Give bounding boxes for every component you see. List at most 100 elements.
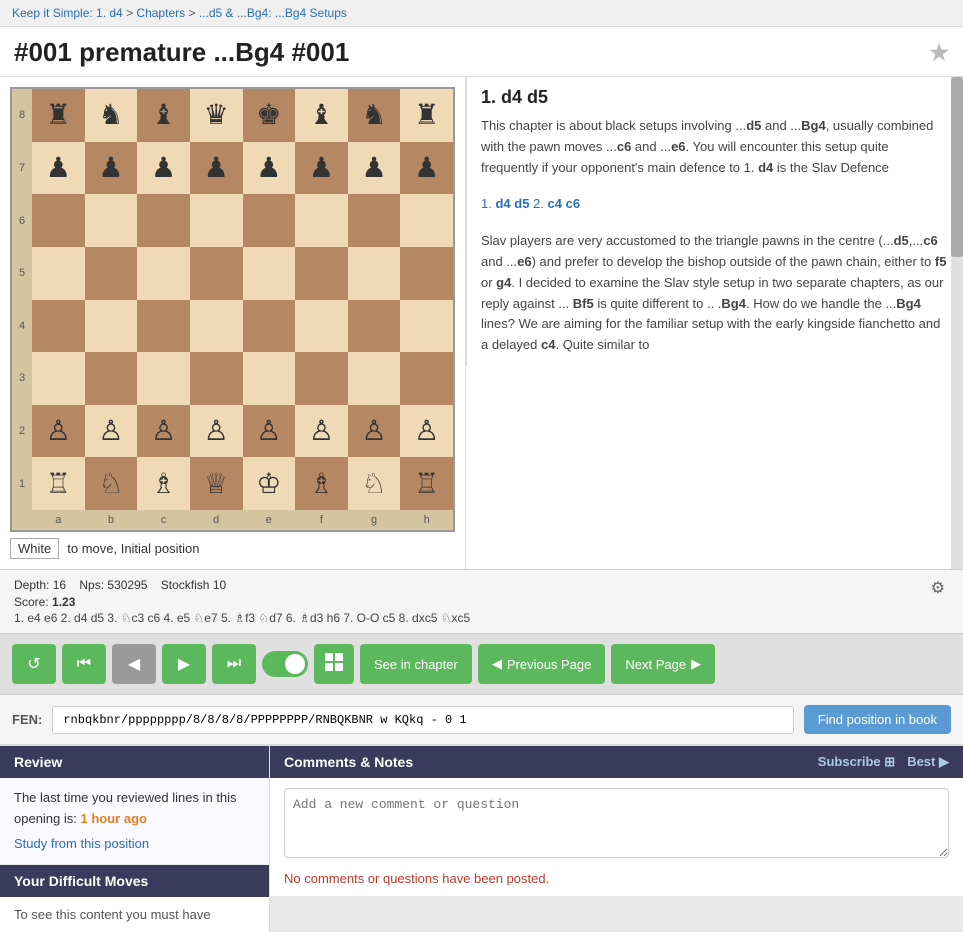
best-link[interactable]: Best ▶	[907, 754, 949, 770]
move-line-1[interactable]: 1. d4 d5 2. c4 c6	[481, 194, 949, 215]
board-cell-e6[interactable]	[243, 194, 296, 247]
controls-row: ↺ ⏮ ◀ ▶ ⏭ See in chapter	[0, 634, 963, 695]
board-cell-h4[interactable]	[400, 300, 453, 353]
first-icon: ⏮	[77, 655, 91, 673]
next-page-icon: ▶	[691, 656, 701, 672]
board-cell-e4[interactable]	[243, 300, 296, 353]
board-cell-h1[interactable]: ♖	[400, 457, 453, 510]
subscribe-link[interactable]: Subscribe ⊞	[818, 754, 895, 770]
see-in-chapter-button[interactable]: See in chapter	[360, 644, 472, 684]
board-cell-d4[interactable]	[190, 300, 243, 353]
board-cell-d1[interactable]: ♕	[190, 457, 243, 510]
board-cell-f8[interactable]: ♝	[295, 89, 348, 142]
board-cell-a2[interactable]: ♙	[32, 405, 85, 458]
first-move-button[interactable]: ⏮	[62, 644, 106, 684]
board-cell-e1[interactable]: ♔	[243, 457, 296, 510]
board-cell-c6[interactable]	[137, 194, 190, 247]
board-cell-d2[interactable]: ♙	[190, 405, 243, 458]
comments-header-right: Subscribe ⊞ Best ▶	[818, 754, 949, 770]
board-cell-e7[interactable]: ♟	[243, 142, 296, 195]
board-cell-g4[interactable]	[348, 300, 401, 353]
board-cell-c2[interactable]: ♙	[137, 405, 190, 458]
breadcrumb-link-3[interactable]: ...d5 & ...Bg4: ...Bg4 Setups	[199, 6, 347, 20]
next-move-button[interactable]: ▶	[162, 644, 206, 684]
text-panel: 1. d4 d5 This chapter is about black set…	[466, 77, 963, 366]
next-page-button[interactable]: Next Page ▶	[611, 644, 715, 684]
prev-move-button[interactable]: ◀	[112, 644, 156, 684]
board-cell-c8[interactable]: ♝	[137, 89, 190, 142]
board-cell-h3[interactable]	[400, 352, 453, 405]
chess-board[interactable]: 8♜♞♝♛♚♝♞♜7♟♟♟♟♟♟♟♟65432♙♙♙♙♙♙♙♙1♖♘♗♕♔♗♘♖…	[10, 87, 455, 532]
board-cell-c5[interactable]	[137, 247, 190, 300]
board-cell-a3[interactable]	[32, 352, 85, 405]
breadcrumb-link-1[interactable]: Keep it Simple: 1. d4	[12, 6, 123, 20]
restart-button[interactable]: ↺	[12, 644, 56, 684]
board-cell-a6[interactable]	[32, 194, 85, 247]
board-cell-b6[interactable]	[85, 194, 138, 247]
scrollbar-track[interactable]	[951, 77, 963, 569]
board-cell-g3[interactable]	[348, 352, 401, 405]
board-cell-h5[interactable]	[400, 247, 453, 300]
board-cell-e8[interactable]: ♚	[243, 89, 296, 142]
board-cell-f7[interactable]: ♟	[295, 142, 348, 195]
engine-score-label: Score:	[14, 595, 49, 609]
board-cell-a1[interactable]: ♖	[32, 457, 85, 510]
find-position-button[interactable]: Find position in book	[804, 705, 951, 734]
engine-info: Depth: 16 Nps: 530295 Stockfish 10 Score…	[14, 578, 927, 627]
scrollbar-thumb[interactable]	[951, 77, 963, 257]
fen-label: FEN:	[12, 712, 42, 727]
board-cell-e3[interactable]	[243, 352, 296, 405]
board-cell-d5[interactable]	[190, 247, 243, 300]
board-cell-e5[interactable]	[243, 247, 296, 300]
last-move-button[interactable]: ⏭	[212, 644, 256, 684]
board-cell-a7[interactable]: ♟	[32, 142, 85, 195]
piece-b-f8: ♝	[309, 101, 334, 129]
star-icon[interactable]: ★	[929, 40, 949, 66]
board-cell-f4[interactable]	[295, 300, 348, 353]
board-cell-b8[interactable]: ♞	[85, 89, 138, 142]
board-cell-h2[interactable]: ♙	[400, 405, 453, 458]
board-cell-c1[interactable]: ♗	[137, 457, 190, 510]
board-cell-f5[interactable]	[295, 247, 348, 300]
study-link[interactable]: Study from this position	[14, 834, 255, 855]
board-cell-f3[interactable]	[295, 352, 348, 405]
board-cell-a4[interactable]	[32, 300, 85, 353]
breadcrumb-link-2[interactable]: Chapters	[136, 6, 185, 20]
board-cell-g1[interactable]: ♘	[348, 457, 401, 510]
fen-input[interactable]	[52, 706, 793, 734]
board-cell-f1[interactable]: ♗	[295, 457, 348, 510]
previous-page-button[interactable]: ◀ Previous Page	[478, 644, 606, 684]
board-cell-f2[interactable]: ♙	[295, 405, 348, 458]
engine-settings-button[interactable]: ⚙	[927, 578, 949, 598]
board-cell-c4[interactable]	[137, 300, 190, 353]
toggle-switch[interactable]	[262, 651, 308, 677]
prev-icon: ◀	[128, 654, 140, 674]
board-cell-h6[interactable]	[400, 194, 453, 247]
board-cell-a8[interactable]: ♜	[32, 89, 85, 142]
comment-textarea[interactable]	[284, 788, 949, 858]
board-cell-b3[interactable]	[85, 352, 138, 405]
board-cell-c3[interactable]	[137, 352, 190, 405]
board-cell-d3[interactable]	[190, 352, 243, 405]
board-icon-button[interactable]	[314, 644, 354, 684]
board-cell-h7[interactable]: ♟	[400, 142, 453, 195]
board-cell-e2[interactable]: ♙	[243, 405, 296, 458]
board-cell-b1[interactable]: ♘	[85, 457, 138, 510]
board-cell-b5[interactable]	[85, 247, 138, 300]
board-cell-d8[interactable]: ♛	[190, 89, 243, 142]
board-cell-b4[interactable]	[85, 300, 138, 353]
board-cell-g2[interactable]: ♙	[348, 405, 401, 458]
board-cell-c7[interactable]: ♟	[137, 142, 190, 195]
board-cell-g6[interactable]	[348, 194, 401, 247]
board-cell-b7[interactable]: ♟	[85, 142, 138, 195]
piece-P-f2: ♙	[309, 417, 334, 445]
board-cell-g5[interactable]	[348, 247, 401, 300]
board-cell-d7[interactable]: ♟	[190, 142, 243, 195]
board-cell-b2[interactable]: ♙	[85, 405, 138, 458]
board-cell-f6[interactable]	[295, 194, 348, 247]
board-cell-h8[interactable]: ♜	[400, 89, 453, 142]
board-cell-d6[interactable]	[190, 194, 243, 247]
board-cell-a5[interactable]	[32, 247, 85, 300]
board-cell-g8[interactable]: ♞	[348, 89, 401, 142]
board-cell-g7[interactable]: ♟	[348, 142, 401, 195]
